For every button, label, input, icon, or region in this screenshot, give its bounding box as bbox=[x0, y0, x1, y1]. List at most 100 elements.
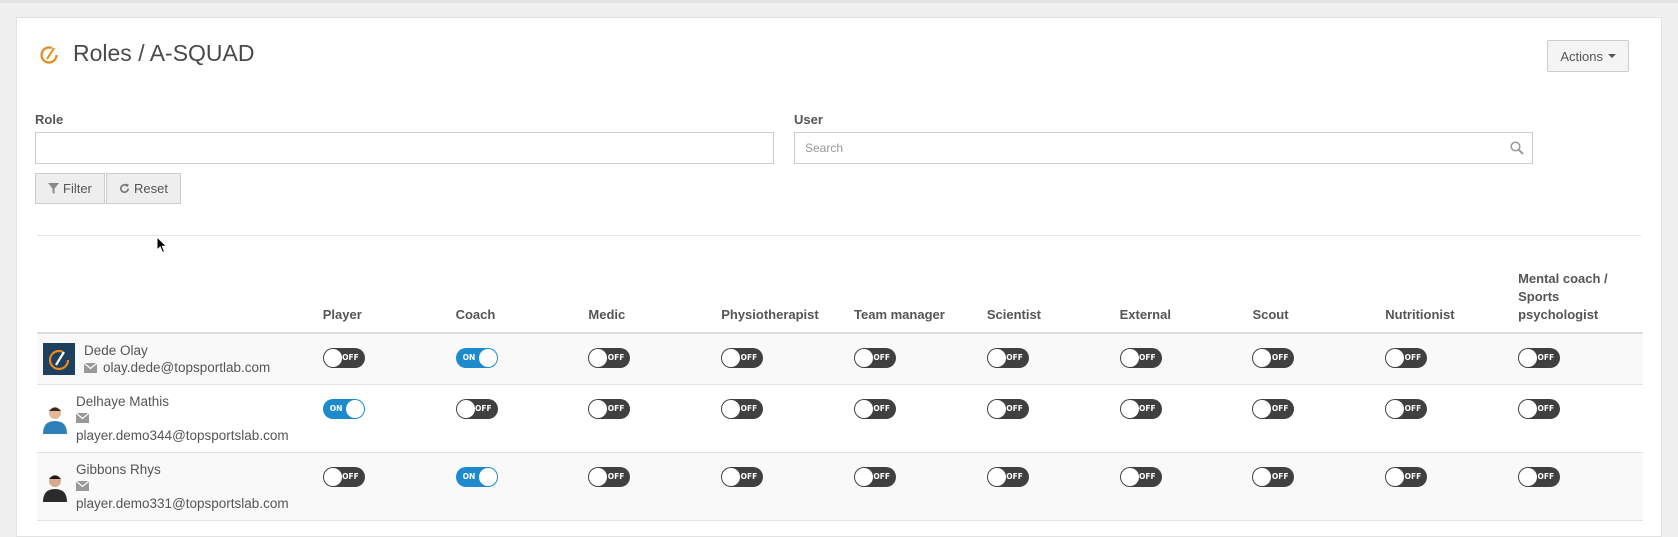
toggle-knob bbox=[323, 468, 342, 486]
toggle-knob bbox=[855, 349, 874, 367]
mouse-cursor-icon bbox=[156, 236, 168, 254]
toggle-knob bbox=[1120, 349, 1139, 367]
role-toggle-switch[interactable]: OFF bbox=[721, 467, 764, 487]
table-header-row: Player Coach Medic Physiotherapist Team … bbox=[37, 270, 1643, 334]
role-toggle-switch[interactable]: OFF bbox=[1252, 467, 1295, 487]
user-cell: Gibbons Rhys player.demo331@topsportslab… bbox=[37, 453, 323, 520]
toggle-state-label: OFF bbox=[1271, 353, 1289, 362]
role-toggle-cell: OFF bbox=[1385, 333, 1519, 385]
toggle-knob bbox=[722, 400, 741, 418]
role-toggle-switch[interactable]: OFF bbox=[322, 348, 365, 368]
role-toggle-switch[interactable]: OFF bbox=[455, 399, 498, 419]
toggle-state-label: OFF bbox=[1404, 472, 1422, 481]
role-toggle-switch[interactable]: OFF bbox=[1518, 348, 1561, 368]
role-toggle-cell: OFF bbox=[1252, 333, 1386, 385]
role-toggle-switch[interactable]: OFF bbox=[854, 348, 897, 368]
role-toggle-switch[interactable]: OFF bbox=[588, 467, 631, 487]
role-toggle-switch[interactable]: OFF bbox=[1119, 467, 1162, 487]
role-toggle-cell: OFF bbox=[1518, 384, 1643, 453]
user-search-input[interactable]: Search bbox=[794, 132, 1533, 164]
toggle-state-label: ON bbox=[462, 472, 476, 481]
role-toggle-switch[interactable]: OFF bbox=[854, 399, 897, 419]
toggle-knob bbox=[323, 349, 342, 367]
reset-button[interactable]: Reset bbox=[106, 173, 181, 204]
toggle-knob bbox=[1519, 349, 1538, 367]
user-email-text: olay.dede@topsportlab.com bbox=[103, 360, 271, 375]
role-toggle-switch[interactable]: OFF bbox=[1385, 399, 1428, 419]
role-toggle-cell: OFF bbox=[721, 384, 855, 453]
toggle-knob bbox=[478, 468, 497, 486]
table-row: Gibbons Rhys player.demo331@topsportslab… bbox=[37, 452, 1643, 521]
toggle-knob bbox=[987, 349, 1006, 367]
role-input[interactable] bbox=[35, 132, 774, 164]
role-toggle-switch[interactable]: OFF bbox=[1119, 399, 1162, 419]
user-email-text: player.demo344@topsportslab.com bbox=[76, 428, 289, 443]
toggle-knob bbox=[589, 468, 608, 486]
role-toggle-cell: OFF bbox=[1385, 452, 1519, 521]
roles-panel: Roles / A-SQUAD Actions Role User Search… bbox=[16, 17, 1662, 537]
role-toggle-switch[interactable]: OFF bbox=[1252, 348, 1295, 368]
role-toggle-switch[interactable]: OFF bbox=[588, 399, 631, 419]
toggle-state-label: OFF bbox=[873, 472, 891, 481]
toggle-state-label: OFF bbox=[1404, 404, 1422, 413]
column-header-medic: Medic bbox=[588, 270, 722, 334]
toggle-state-label: OFF bbox=[873, 404, 891, 413]
role-label: Role bbox=[35, 112, 64, 127]
toggle-knob bbox=[1386, 400, 1405, 418]
role-toggle-switch[interactable]: ON bbox=[322, 399, 365, 419]
role-toggle-switch[interactable]: OFF bbox=[1385, 467, 1428, 487]
user-email: olay.dede@topsportlab.com bbox=[84, 359, 270, 376]
roles-table: Player Coach Medic Physiotherapist Team … bbox=[37, 270, 1643, 521]
toggle-state-label: OFF bbox=[1006, 353, 1023, 362]
actions-label: Actions bbox=[1560, 48, 1603, 64]
toggle-state-label: OFF bbox=[342, 353, 359, 362]
section-divider bbox=[37, 235, 1641, 236]
role-toggle-cell: OFF bbox=[588, 452, 722, 521]
role-toggle-cell: OFF bbox=[1252, 452, 1386, 521]
role-toggle-cell: OFF bbox=[588, 333, 722, 385]
role-toggle-switch[interactable]: OFF bbox=[721, 399, 764, 419]
role-toggle-switch[interactable]: OFF bbox=[588, 348, 631, 368]
role-toggle-switch[interactable]: OFF bbox=[986, 348, 1029, 368]
filter-label: Filter bbox=[63, 181, 92, 196]
page-header: Roles / A-SQUAD bbox=[39, 40, 255, 67]
user-label: User bbox=[794, 112, 823, 127]
search-icon[interactable] bbox=[1510, 141, 1524, 155]
role-toggle-switch[interactable]: OFF bbox=[1518, 467, 1561, 487]
brand-logo-icon bbox=[40, 45, 58, 64]
toggle-state-label: OFF bbox=[1006, 404, 1023, 413]
role-toggle-cell: OFF bbox=[1385, 384, 1519, 453]
role-toggle-cell: OFF bbox=[986, 384, 1120, 453]
role-toggle-switch[interactable]: OFF bbox=[1252, 399, 1295, 419]
column-header-nutritionist: Nutritionist bbox=[1385, 270, 1519, 334]
user-cell: Delhaye Mathis player.demo344@topsportsl… bbox=[37, 385, 323, 452]
column-header-team-manager: Team manager bbox=[854, 270, 987, 334]
toggle-state-label: OFF bbox=[1139, 404, 1156, 413]
envelope-icon bbox=[76, 413, 89, 423]
role-toggle-cell: OFF bbox=[322, 452, 456, 521]
filter-button[interactable]: Filter bbox=[35, 173, 105, 204]
role-toggle-switch[interactable]: OFF bbox=[854, 467, 897, 487]
role-toggle-switch[interactable]: OFF bbox=[1385, 348, 1428, 368]
table-row: Delhaye Mathis player.demo344@topsportsl… bbox=[37, 384, 1643, 453]
toggle-knob bbox=[589, 349, 608, 367]
actions-dropdown-button[interactable]: Actions bbox=[1547, 40, 1629, 72]
role-toggle-switch[interactable]: OFF bbox=[986, 467, 1029, 487]
toggle-knob bbox=[987, 400, 1006, 418]
user-name: Dede Olay bbox=[84, 343, 148, 358]
role-toggle-switch[interactable]: OFF bbox=[986, 399, 1029, 419]
role-toggle-switch[interactable]: ON bbox=[455, 348, 498, 368]
toggle-knob bbox=[1253, 349, 1272, 367]
role-toggle-switch[interactable]: OFF bbox=[322, 467, 365, 487]
role-toggle-switch[interactable]: OFF bbox=[1518, 399, 1561, 419]
toggle-state-label: ON bbox=[462, 353, 476, 362]
role-toggle-cell: OFF bbox=[854, 384, 987, 453]
role-toggle-switch[interactable]: OFF bbox=[1119, 348, 1162, 368]
role-toggle-switch[interactable]: ON bbox=[455, 467, 498, 487]
toggle-knob bbox=[722, 349, 741, 367]
role-toggle-cell: OFF bbox=[455, 384, 589, 453]
role-toggle-switch[interactable]: OFF bbox=[721, 348, 764, 368]
toggle-state-label: OFF bbox=[740, 472, 758, 481]
role-toggle-cell: OFF bbox=[986, 452, 1120, 521]
user-email: player.demo344@topsportslab.com bbox=[76, 410, 289, 444]
